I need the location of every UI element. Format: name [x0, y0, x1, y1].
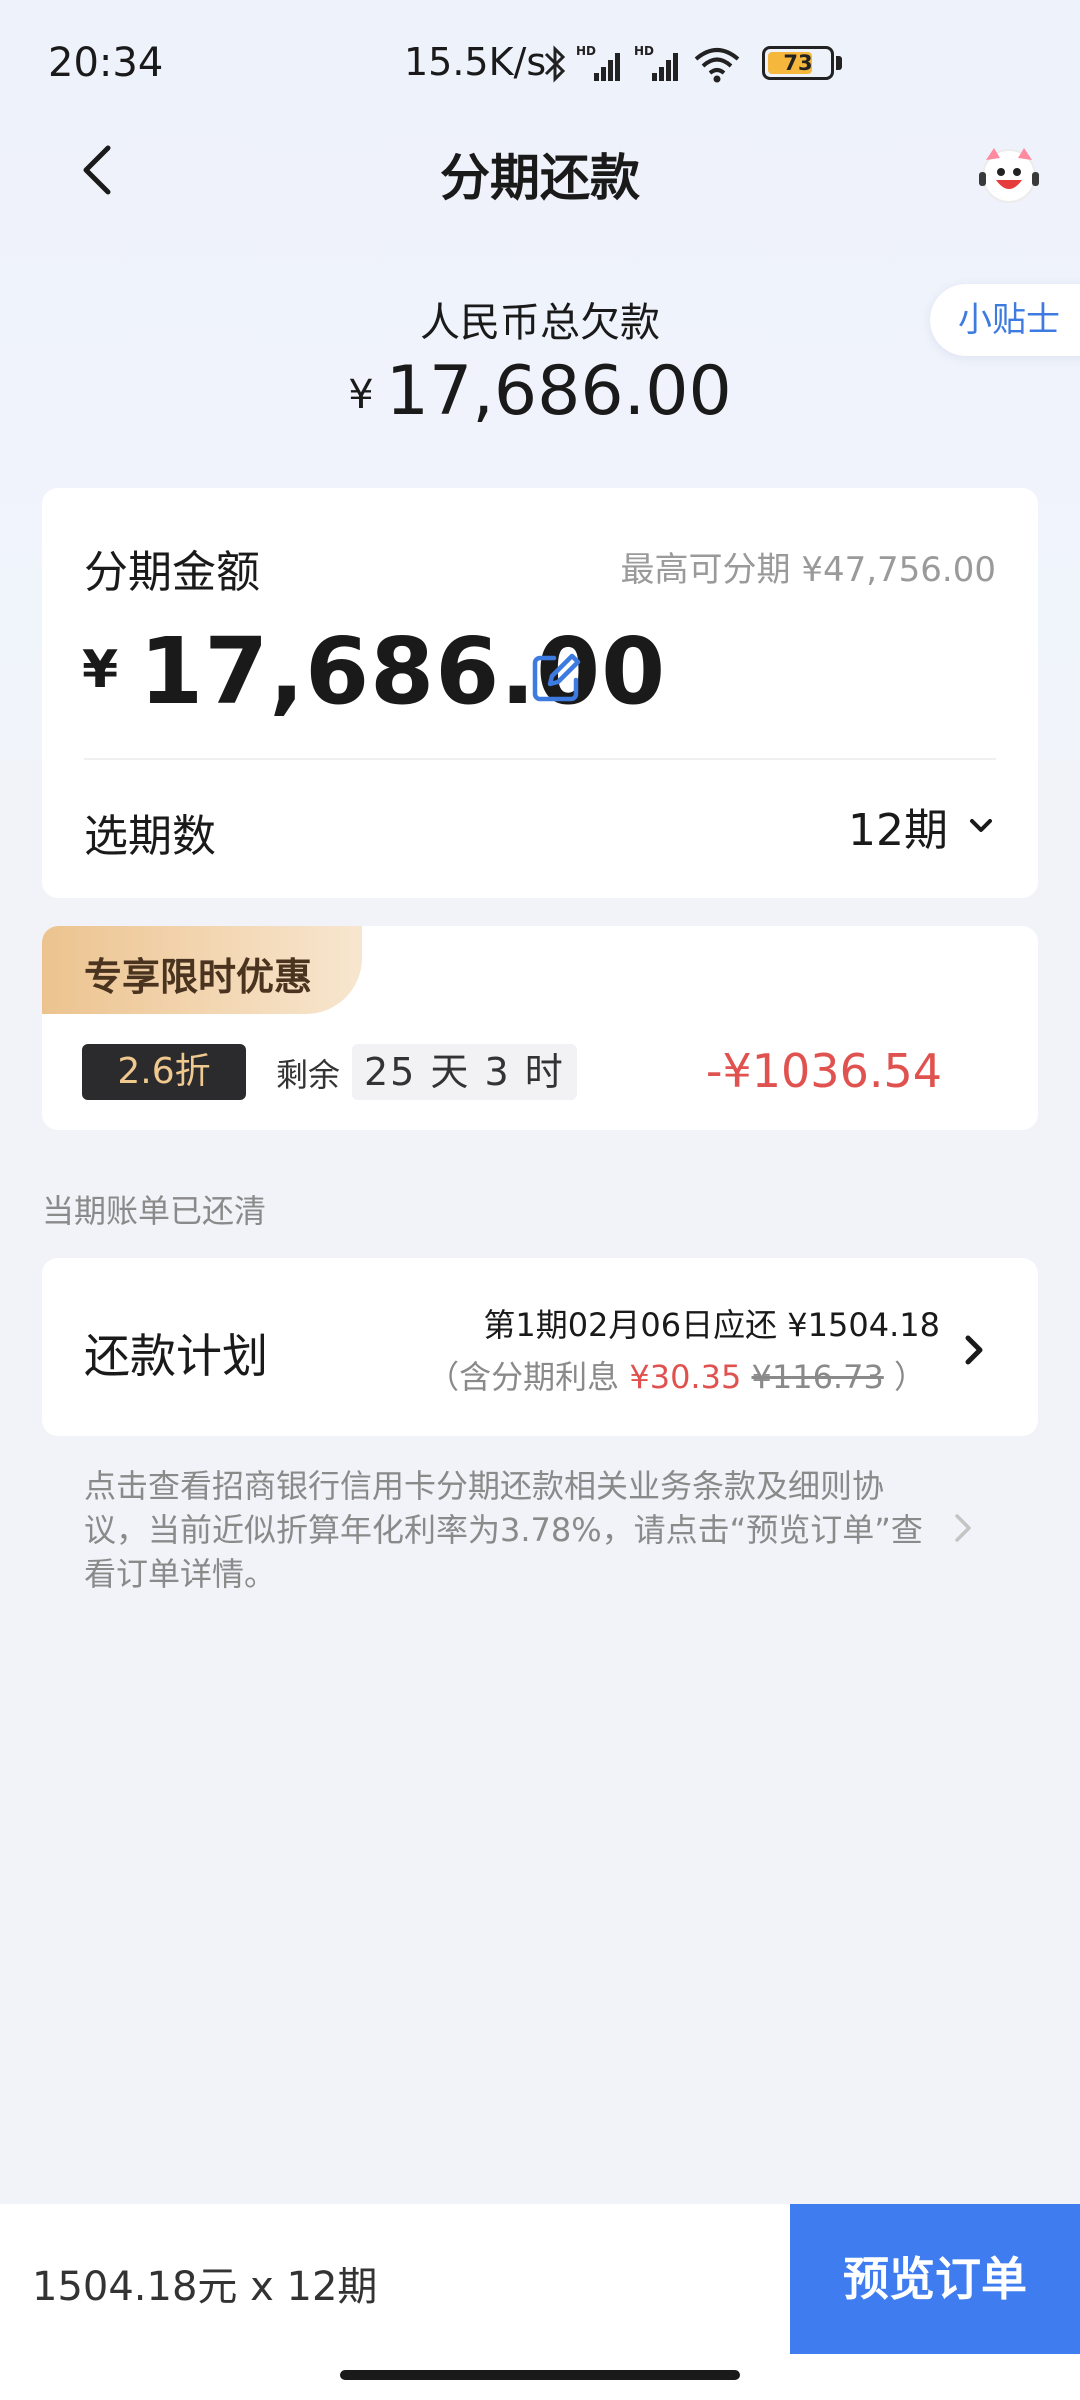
wifi-icon [694, 48, 740, 83]
chevron-right-icon[interactable] [950, 1510, 976, 1546]
period-label: 选期数 [84, 811, 216, 862]
tips-button[interactable]: 小贴士 [930, 284, 1080, 356]
total-debt-label: 人民币总欠款 [420, 300, 660, 346]
first-payment-text: 第1期02月06日应还 ¥1504.18 [483, 1306, 940, 1344]
period-select[interactable]: 12期 [848, 798, 996, 856]
status-icons: HD HD [542, 40, 742, 88]
interest-suffix: ） [893, 1358, 926, 1396]
battery-icon: 73 [762, 46, 834, 80]
promo-tag: 专享限时优惠 [42, 926, 362, 1014]
original-interest-amount: ¥116.73 [751, 1358, 884, 1396]
period-value: 12期 [848, 805, 948, 856]
network-speed: 15.5K/s [404, 40, 547, 84]
installment-amount-card: 分期金额 最高可分期 ¥47,756.00 ¥17,686.00 选期数 12期 [42, 488, 1038, 898]
installment-repayment-page: { "status_bar": { "time": "20:34", "net_… [0, 0, 1080, 2400]
total-debt-amount: ¥17,686.00 [0, 352, 1080, 431]
status-bar: 20:34 15.5K/s HD HD 73 [0, 0, 1080, 130]
total-debt-value: 17,686.00 [385, 352, 732, 431]
preview-order-button[interactable]: 预览订单 [790, 2204, 1080, 2354]
promo-card: 专享限时优惠 2.6折 剩余 25 天 3 时 -¥1036.54 [42, 926, 1038, 1130]
currency-symbol: ¥ [348, 372, 374, 418]
home-indicator[interactable] [340, 2370, 740, 2380]
promo-saving-amount: -¥1036.54 [705, 1044, 942, 1098]
remaining-time: 25 天 3 时 [352, 1044, 577, 1100]
svg-text:HD: HD [576, 44, 596, 58]
discount-badge: 2.6折 [82, 1044, 246, 1100]
repayment-plan-card[interactable]: 还款计划 第1期02月06日应还 ¥1504.18 （含分期利息 ¥30.35 … [42, 1258, 1038, 1436]
chevron-down-icon [970, 819, 992, 832]
bill-settled-note: 当期账单已还清 [42, 1192, 267, 1230]
svg-text:HD: HD [634, 44, 654, 58]
repayment-plan-label: 还款计划 [84, 1329, 268, 1383]
page-title: 分期还款 [440, 149, 640, 207]
currency-symbol: ¥ [82, 640, 120, 700]
hd-signal-icon: HD [634, 44, 678, 81]
customer-service-mascot-icon[interactable] [976, 142, 1042, 208]
divider [84, 758, 996, 760]
installment-amount-number: 17,686.00 [139, 618, 667, 725]
max-installment-text: 最高可分期 ¥47,756.00 [620, 550, 996, 590]
agreement-link-text[interactable]: 点击查看招商银行信用卡分期还款相关业务条款及细则协议，当前近似折算年化利率为3.… [84, 1464, 944, 1596]
remaining-label: 剩余 [276, 1056, 341, 1094]
installment-amount-label: 分期金额 [84, 547, 260, 598]
hd-signal-icon: HD [576, 44, 620, 81]
promo-tag-text: 专享限时优惠 [84, 954, 313, 999]
bluetooth-icon [544, 45, 566, 83]
battery-level: 73 [783, 51, 813, 75]
interest-text: （含分期利息 ¥30.35 ¥116.73 ） [427, 1352, 926, 1398]
status-time: 20:34 [48, 40, 164, 86]
interest-amount: ¥30.35 [629, 1358, 742, 1396]
payment-summary: 1504.18元 x 12期 [32, 2264, 378, 2310]
edit-icon[interactable] [528, 650, 584, 706]
battery-tip [836, 56, 842, 70]
interest-prefix: （含分期利息 [427, 1358, 620, 1396]
chevron-right-icon [965, 1335, 983, 1365]
